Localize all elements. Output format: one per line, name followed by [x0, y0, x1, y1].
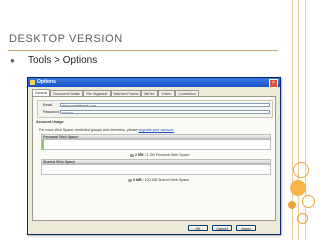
shared-total: / 100 MB Shared Web Space: [142, 178, 190, 182]
decorative-line: [298, 0, 299, 240]
apply-button[interactable]: Apply: [236, 225, 256, 231]
decorative-circle: [290, 180, 306, 196]
email-field[interactable]: simon.cave@gmail.com: [60, 102, 270, 107]
email-label: Email:: [43, 103, 53, 107]
shared-usage-text: 0 MB / 100 MB Shared Web Space: [128, 178, 189, 182]
cancel-button[interactable]: Cancel: [212, 225, 232, 231]
general-panel: Email: simon.cave@gmail.com Password: ••…: [32, 96, 276, 221]
password-label: Password:: [43, 110, 60, 114]
decorative-circle: [302, 195, 315, 208]
title-divider: [8, 50, 278, 51]
decorative-circle: [297, 213, 308, 224]
disk-icon: [130, 153, 134, 157]
app-icon: [30, 80, 35, 85]
dialog-title: Options: [37, 79, 56, 85]
slide-title: Desktop Version: [9, 33, 123, 45]
ok-button[interactable]: OK: [188, 225, 208, 231]
bullet-text: Tools > Options: [28, 55, 98, 66]
tab-general[interactable]: General: [32, 89, 50, 96]
decorative-circle: [293, 162, 309, 178]
personal-total: / 1 GB Personal Web Space: [144, 153, 190, 157]
account-box: Email: simon.cave@gmail.com Password: ••…: [37, 100, 273, 118]
upgrade-note-text: For more Web Space, restricted groups an…: [39, 128, 138, 132]
personal-used: 2 MB: [135, 153, 144, 157]
upgrade-account-link[interactable]: upgrade your account.: [138, 128, 174, 132]
disk-icon: [128, 178, 132, 182]
dialog-titlebar[interactable]: Options ×: [28, 78, 280, 88]
personal-usage-text: 2 MB / 1 GB Personal Web Space: [130, 153, 189, 157]
close-icon[interactable]: ×: [269, 79, 278, 88]
shared-web-space-bar: [41, 164, 271, 175]
personal-usage-fill: [42, 140, 45, 149]
personal-web-space-bar: [41, 139, 271, 150]
password-field[interactable]: ••••••••••: [60, 109, 270, 114]
account-usage-heading: Account Usage: [36, 120, 64, 124]
decorative-circle: [288, 201, 296, 209]
shared-used: 0 MB: [133, 178, 142, 182]
bullet-marker-icon: ●: [10, 56, 15, 65]
options-dialog: Options × General Document Details File …: [27, 77, 281, 235]
upgrade-note: For more Web Space, restricted groups an…: [39, 128, 174, 132]
